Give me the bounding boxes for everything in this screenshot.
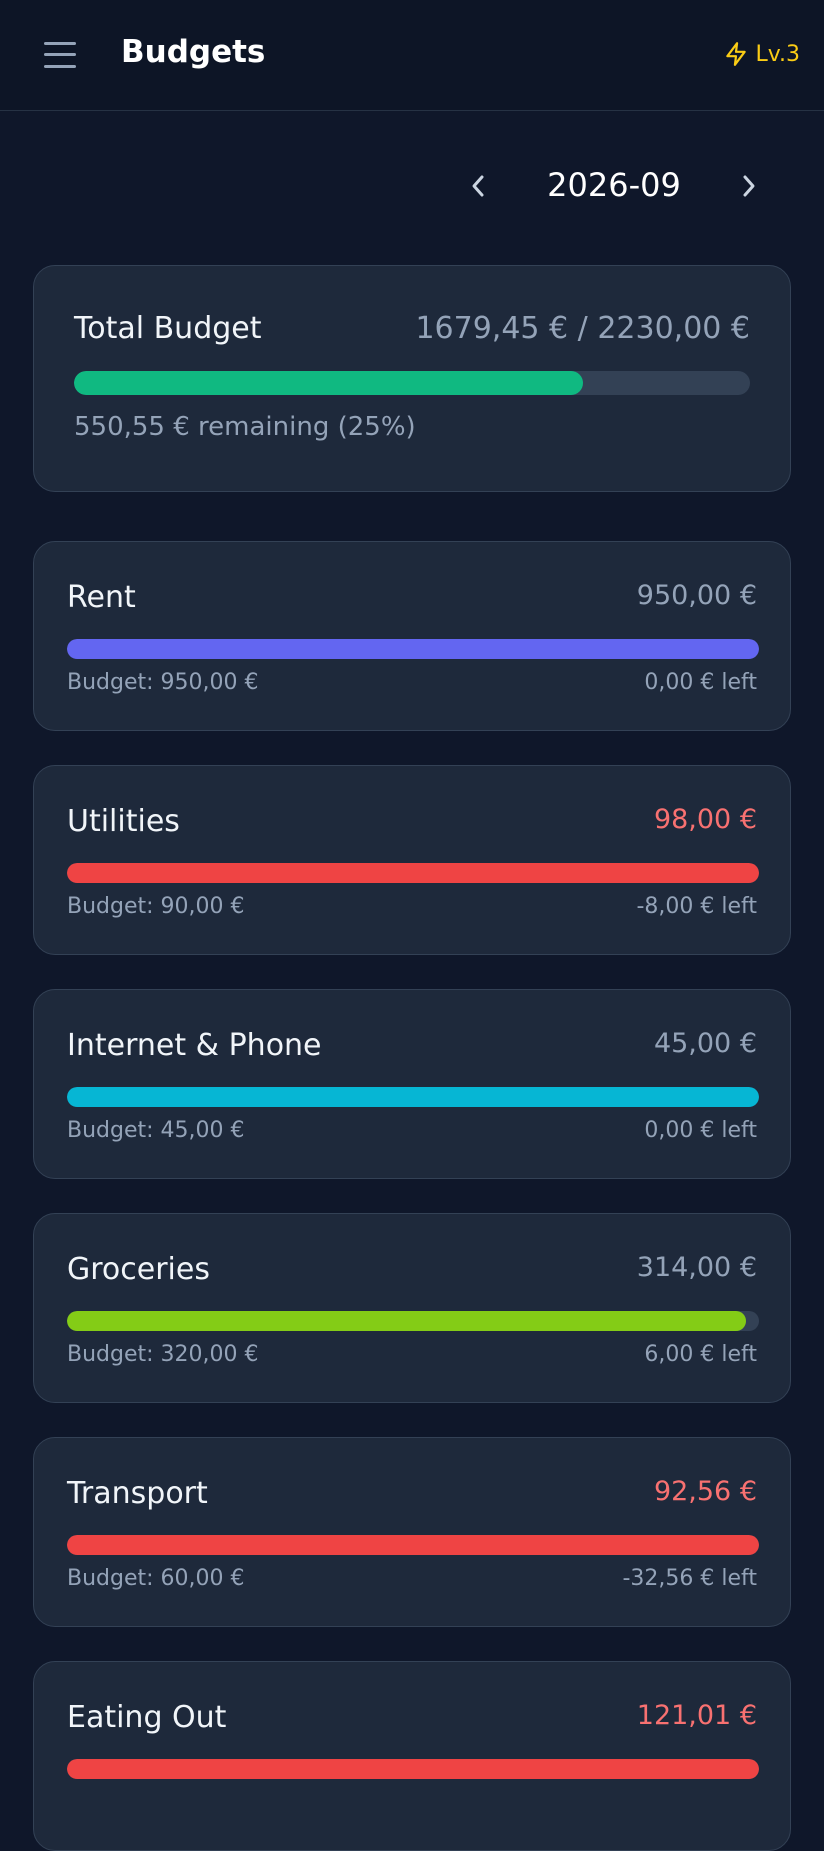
category-card-eating-out[interactable]: Eating Out 121,01 € <box>33 1661 791 1851</box>
category-spent: 92,56 € <box>653 1476 757 1507</box>
total-progress-bar <box>74 371 750 395</box>
category-progress-bar <box>67 1535 759 1555</box>
category-spent: 45,00 € <box>653 1028 757 1059</box>
category-progress-bar <box>67 1087 759 1107</box>
category-spent: 98,00 € <box>653 804 757 835</box>
category-spent: 314,00 € <box>636 1252 757 1283</box>
level-badge[interactable]: Lv.3 <box>723 40 800 68</box>
chevron-left-icon[interactable] <box>461 168 497 204</box>
category-progress-fill <box>67 1535 759 1555</box>
category-name: Eating Out <box>67 1700 227 1735</box>
category-left: 0,00 € left <box>644 670 757 695</box>
category-progress-fill <box>67 1311 746 1331</box>
category-budget: Budget: 950,00 € <box>67 670 259 695</box>
category-name: Internet & Phone <box>67 1028 322 1063</box>
category-progress-fill <box>67 1759 759 1779</box>
category-left: -32,56 € left <box>622 1566 757 1591</box>
category-progress-bar <box>67 1311 759 1331</box>
total-remaining-text: 550,55 € remaining (25%) <box>74 412 416 442</box>
page-title: Budgets <box>121 34 266 70</box>
category-left: 0,00 € left <box>644 1118 757 1143</box>
total-budget-title: Total Budget <box>74 311 262 346</box>
category-card-rent[interactable]: Rent 950,00 € Budget: 950,00 € 0,00 € le… <box>33 541 791 731</box>
level-label: Lv.3 <box>755 41 800 67</box>
category-progress-fill <box>67 639 759 659</box>
total-budget-card: Total Budget 1679,45 € / 2230,00 € 550,5… <box>33 265 791 492</box>
total-progress-fill <box>74 371 584 395</box>
category-left: 6,00 € left <box>644 1342 757 1367</box>
category-budget: Budget: 45,00 € <box>67 1118 245 1143</box>
category-card-utilities[interactable]: Utilities 98,00 € Budget: 90,00 € -8,00 … <box>33 765 791 955</box>
category-spent: 121,01 € <box>636 1700 757 1731</box>
category-name: Transport <box>67 1476 208 1511</box>
category-name: Utilities <box>67 804 180 839</box>
top-app-bar: Budgets Lv.3 <box>0 0 824 111</box>
category-budget: Budget: 60,00 € <box>67 1566 245 1591</box>
current-month: 2026-09 <box>547 166 681 204</box>
category-budget: Budget: 320,00 € <box>67 1342 259 1367</box>
category-left: -8,00 € left <box>636 894 757 919</box>
category-name: Groceries <box>67 1252 210 1287</box>
month-navigator: 2026-09 <box>0 160 824 212</box>
category-progress-fill <box>67 863 759 883</box>
category-name: Rent <box>67 580 136 615</box>
category-progress-bar <box>67 639 759 659</box>
category-progress-bar <box>67 863 759 883</box>
category-spent: 950,00 € <box>636 580 757 611</box>
total-budget-amount: 1679,45 € / 2230,00 € <box>415 311 750 346</box>
hamburger-menu-icon[interactable] <box>44 40 76 72</box>
lightning-icon <box>726 42 747 66</box>
category-card-groceries[interactable]: Groceries 314,00 € Budget: 320,00 € 6,00… <box>33 1213 791 1403</box>
category-progress-bar <box>67 1759 759 1779</box>
category-progress-fill <box>67 1087 759 1107</box>
category-budget: Budget: 90,00 € <box>67 894 245 919</box>
chevron-right-icon[interactable] <box>730 168 766 204</box>
category-card-internet-phone[interactable]: Internet & Phone 45,00 € Budget: 45,00 €… <box>33 989 791 1179</box>
category-card-transport[interactable]: Transport 92,56 € Budget: 60,00 € -32,56… <box>33 1437 791 1627</box>
